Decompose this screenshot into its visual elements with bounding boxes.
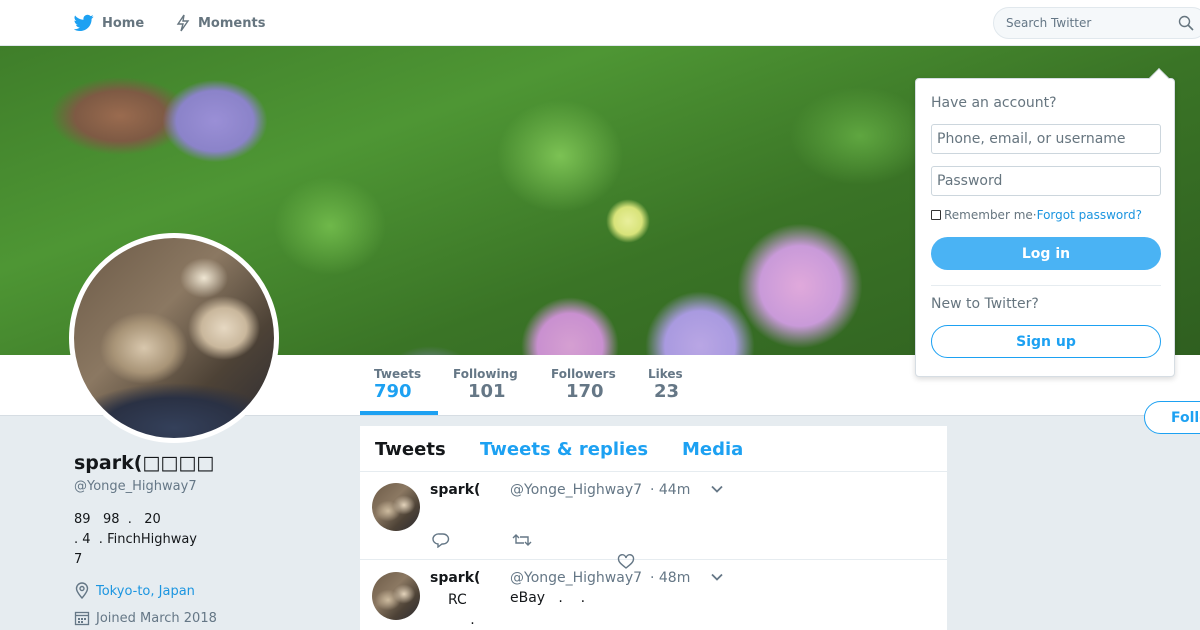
tweet-author-handle[interactable]: @Yonge_Highway7: [510, 482, 642, 498]
stat-followers[interactable]: Followers 170: [551, 367, 616, 402]
twitter-bird-icon: [74, 14, 94, 32]
forgot-password-link[interactable]: Forgot password?: [1037, 208, 1142, 222]
stat-tweets[interactable]: Tweets 790: [374, 367, 421, 402]
tweet-item[interactable]: spark( @Yonge_Highway7 · 44m: [360, 472, 947, 569]
tweet-timestamp[interactable]: · 44m: [650, 482, 690, 498]
tweet-text: eBay . .: [510, 590, 586, 606]
signup-button[interactable]: Sign up: [931, 325, 1161, 358]
username-field[interactable]: [931, 124, 1161, 154]
tweet-author-handle[interactable]: @Yonge_Highway7: [510, 570, 642, 586]
location-link[interactable]: Tokyo-to, Japan: [96, 584, 195, 599]
stat-label: Tweets: [374, 367, 422, 381]
new-to-twitter-text: New to Twitter?: [931, 296, 1039, 312]
tweet-avatar[interactable]: [372, 572, 420, 620]
chevron-down-icon[interactable]: [710, 569, 724, 588]
search-input[interactable]: [1006, 16, 1166, 30]
search-box[interactable]: [993, 7, 1200, 39]
tweet-avatar[interactable]: [372, 483, 420, 531]
nav-moments-label: Moments: [198, 15, 266, 31]
tweet-text: RC .: [448, 592, 475, 628]
divider: [931, 285, 1161, 286]
stat-value: 23: [654, 381, 680, 402]
profile-avatar[interactable]: [69, 233, 279, 443]
tweet-author-name[interactable]: spark(: [430, 482, 480, 498]
stat-label: Following: [453, 367, 518, 381]
profile-handle: @Yonge_Highway7: [74, 479, 197, 494]
stat-following[interactable]: Following 101: [453, 367, 518, 402]
nav-home-label: Home: [102, 15, 145, 31]
profile-name[interactable]: spark(□□□□: [74, 452, 214, 474]
bio-line: . 4 . FinchHighway: [74, 532, 198, 547]
login-heading: Have an account?: [931, 95, 1057, 111]
timeline: Tweets Tweets & replies Media spark( @Yo…: [360, 426, 947, 630]
tab-tweets[interactable]: Tweets: [375, 439, 446, 460]
top-nav: Home Moments: [0, 0, 1200, 46]
retweet-icon[interactable]: [512, 532, 532, 548]
reply-icon[interactable]: [432, 532, 450, 548]
follow-button[interactable]: Follow: [1144, 401, 1200, 434]
stat-value: 101: [468, 381, 506, 402]
timeline-tabs: Tweets Tweets & replies Media: [360, 426, 947, 472]
login-button[interactable]: Log in: [931, 237, 1161, 270]
active-tab-underline: [360, 411, 438, 415]
location-pin-icon: [74, 582, 92, 600]
remember-label[interactable]: Remember me: [944, 208, 1033, 222]
stat-likes[interactable]: Likes 23: [648, 367, 683, 402]
bio-line: 7: [74, 552, 83, 567]
stat-value: 790: [374, 381, 412, 402]
tweet-item[interactable]: spark( @Yonge_Highway7 · 48m RC . eBay .…: [360, 560, 947, 630]
nav-home[interactable]: Home: [74, 0, 144, 46]
login-dropdown: Have an account? Remember me · Forgot pa…: [915, 68, 1175, 377]
stat-label: Followers: [551, 367, 616, 381]
tweet-timestamp[interactable]: · 48m: [650, 570, 690, 586]
stat-label: Likes: [648, 367, 683, 381]
calendar-icon: [74, 610, 92, 626]
remember-row: Remember me · Forgot password?: [931, 208, 1142, 222]
lightning-icon: [176, 14, 190, 32]
chevron-down-icon[interactable]: [710, 481, 724, 500]
nav-moments[interactable]: Moments: [176, 0, 265, 46]
remember-checkbox[interactable]: [931, 210, 941, 220]
profile-bio: 89 98 . 20 . 4 . FinchHighway 7: [74, 510, 197, 570]
profile-location: Tokyo-to, Japan: [74, 582, 195, 600]
bio-line: 89 98 . 20: [74, 512, 161, 527]
profile-joined: Joined March 2018: [74, 610, 217, 626]
stat-value: 170: [566, 381, 604, 402]
tweet-author-name[interactable]: spark(: [430, 570, 480, 586]
password-field[interactable]: [931, 166, 1161, 196]
tab-tweets-replies[interactable]: Tweets & replies: [480, 439, 648, 460]
joined-date: Joined March 2018: [96, 610, 217, 626]
search-icon[interactable]: [1178, 15, 1194, 35]
tab-media[interactable]: Media: [682, 439, 743, 460]
